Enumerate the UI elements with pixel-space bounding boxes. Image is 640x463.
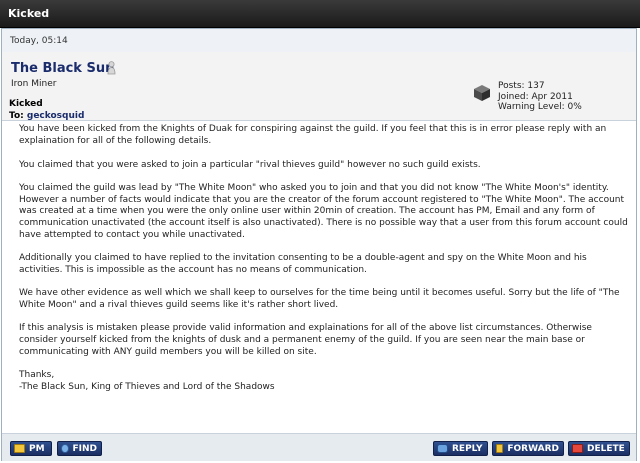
- message-title: Kicked: [9, 99, 43, 109]
- message-paragraph: You claimed that you were asked to join …: [19, 159, 481, 170]
- author-posts: Posts: 137: [498, 81, 545, 91]
- envelope-icon: [14, 444, 25, 453]
- message-paragraph: You have been kicked from the Knights of…: [19, 124, 607, 147]
- magnifier-icon: [61, 444, 69, 453]
- forward-envelope-icon: [496, 444, 504, 453]
- forward-button-label: FORWARD: [507, 443, 559, 454]
- window-title: Kicked: [8, 7, 50, 20]
- message-signoff: Thanks,: [19, 370, 55, 381]
- post-date: Today, 05:14: [10, 36, 68, 46]
- find-button[interactable]: FIND: [57, 441, 102, 456]
- find-button-label: FIND: [72, 443, 98, 454]
- recipient-name[interactable]: geckosquid: [27, 111, 85, 121]
- offline-status-icon: [107, 61, 116, 75]
- message-recipient: To: geckosquid: [9, 111, 629, 123]
- forward-button[interactable]: FORWARD: [492, 441, 564, 456]
- delete-button-label: DELETE: [587, 443, 625, 454]
- pm-button[interactable]: PM: [10, 441, 52, 456]
- author-name[interactable]: The Black Sun: [11, 61, 114, 76]
- message-paragraph: You claimed the guild was lead by "The W…: [19, 182, 628, 240]
- action-bar: PM FIND REPLY FORWARD DELETE: [2, 433, 636, 461]
- message-body: You have been kicked from the Knights of…: [19, 124, 629, 393]
- message-paragraph: If this analysis is mistaken please prov…: [19, 323, 592, 357]
- date-bar: Today, 05:14: [2, 29, 636, 53]
- message-signature: -The Black Sun, King of Thieves and Lord…: [19, 381, 275, 392]
- delete-button[interactable]: DELETE: [568, 441, 630, 456]
- message: Kicked To: geckosquid You have been kick…: [9, 99, 629, 393]
- message-paragraph: We have other evidence as well which we …: [19, 288, 620, 310]
- pm-button-label: PM: [29, 443, 45, 454]
- reply-button[interactable]: REPLY: [433, 441, 488, 456]
- recipient-label: To:: [9, 110, 24, 121]
- reply-button-label: REPLY: [452, 443, 483, 454]
- message-paragraph: Additionally you claimed to have replied…: [19, 253, 587, 275]
- delete-icon: [572, 444, 583, 453]
- speech-bubble-icon: [437, 444, 448, 453]
- title-bar: Kicked: [0, 0, 640, 28]
- author-rank: Iron Miner: [11, 79, 57, 89]
